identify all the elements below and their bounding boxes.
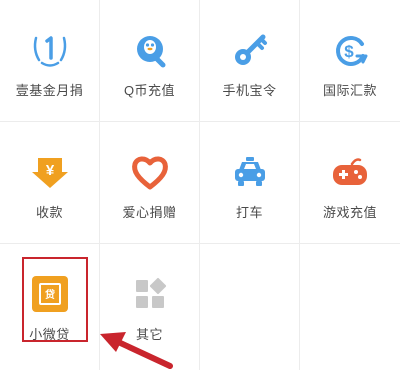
taxi-icon bbox=[230, 152, 270, 192]
qq-penguin-icon bbox=[130, 30, 170, 70]
service-label: 收款 bbox=[35, 205, 63, 220]
service-label: 爱心捐赠 bbox=[122, 205, 177, 220]
service-label: 手机宝令 bbox=[222, 83, 277, 98]
service-q-coin-recharge[interactable]: Q币充值 bbox=[100, 0, 200, 122]
empty-cell bbox=[200, 244, 300, 370]
service-charity-donation[interactable]: 爱心捐赠 bbox=[100, 122, 200, 244]
service-taxi[interactable]: 打车 bbox=[200, 122, 300, 244]
yuan-download-icon: ¥ bbox=[30, 152, 70, 192]
key-icon bbox=[230, 30, 270, 70]
dollar-transfer-icon: $ bbox=[330, 30, 370, 70]
empty-cell bbox=[300, 244, 400, 370]
svg-text:¥: ¥ bbox=[45, 162, 54, 179]
svg-text:$: $ bbox=[344, 42, 354, 61]
service-mobile-token[interactable]: 手机宝令 bbox=[200, 0, 300, 122]
highlight-box bbox=[22, 257, 88, 342]
service-label: 打车 bbox=[235, 205, 263, 220]
gamepad-icon bbox=[330, 152, 370, 192]
more-grid-icon bbox=[130, 274, 170, 314]
service-one-foundation[interactable]: 壹基金月捐 bbox=[0, 0, 100, 122]
service-label: Q币充值 bbox=[123, 83, 176, 98]
one-foundation-icon bbox=[30, 30, 70, 70]
service-label: 游戏充值 bbox=[322, 205, 377, 220]
service-game-recharge[interactable]: 游戏充值 bbox=[300, 122, 400, 244]
service-label: 壹基金月捐 bbox=[15, 83, 84, 98]
service-international-remittance[interactable]: $ 国际汇款 bbox=[300, 0, 400, 122]
heart-icon bbox=[130, 152, 170, 192]
pointer-arrow bbox=[100, 332, 173, 369]
service-label: 国际汇款 bbox=[322, 83, 377, 98]
service-receive-payment[interactable]: ¥ 收款 bbox=[0, 122, 100, 244]
